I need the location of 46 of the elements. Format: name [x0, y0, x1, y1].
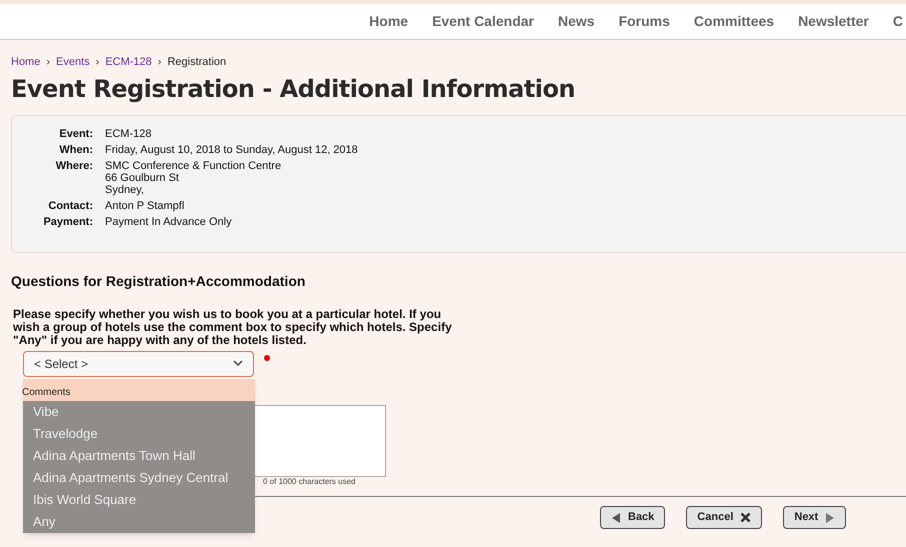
detail-label: Contact:: [47, 200, 93, 212]
nav-button[interactable]: Cancel: [686, 506, 762, 529]
breadcrumb-separator: ›: [96, 55, 100, 70]
nav-link[interactable]: Newsletter: [798, 11, 869, 32]
dropdown-option[interactable]: [23, 378, 255, 400]
nav-link[interactable]: News: [558, 11, 595, 32]
nav-link[interactable]: Forums: [618, 11, 670, 32]
detail-value: Friday, August 10, 2018 to Sunday, August 12, 2018: [105, 144, 359, 156]
hotel-select[interactable]: < Select >: [23, 350, 254, 376]
dropdown-option[interactable]: Travelodge: [23, 422, 255, 444]
detail-label: When:: [58, 144, 93, 156]
detail-value: Anton P Stampfl: [105, 200, 186, 212]
breadcrumb-link[interactable]: ECM-128: [105, 54, 152, 70]
breadcrumb-current: Registration: [167, 55, 226, 70]
page-title: Event Registration - Additional Information: [11, 74, 576, 104]
detail-value: ECM-128: [105, 128, 152, 140]
detail-value: Sydney,: [105, 184, 145, 196]
detail-value: SMC Conference & Function Centre: [105, 160, 282, 172]
comments-label: Comments: [22, 386, 70, 400]
character-counter: 0 of 1000 characters used: [263, 476, 357, 486]
dropdown-option[interactable]: Adina Apartments Town Hall: [23, 444, 255, 466]
breadcrumb-link[interactable]: Home: [11, 54, 40, 70]
detail-label: Where:: [54, 160, 93, 174]
nav-link[interactable]: Event Calendar: [432, 11, 534, 32]
dropdown-option[interactable]: Ibis World Square: [23, 488, 255, 510]
dropdown-option[interactable]: Adina Apartments Sydney Central: [23, 466, 255, 488]
detail-label: Event:: [58, 128, 93, 140]
breadcrumb-separator: ›: [158, 55, 162, 70]
detail-value: 66 Goulburn St: [105, 172, 180, 184]
nav-link[interactable]: C: [892, 11, 903, 32]
detail-value: Payment In Advance Only: [105, 216, 233, 228]
nav-link[interactable]: Committees: [694, 11, 774, 32]
dropdown-option[interactable]: Vibe: [23, 400, 255, 422]
left-triangle-icon: [611, 512, 621, 524]
breadcrumb-link[interactable]: Events: [56, 54, 90, 70]
section-title: Questions for Registration+Accommodation: [11, 272, 306, 291]
nav-link[interactable]: Home: [369, 11, 408, 32]
question-text: Please specify whether you wish us to book you at a particular hotel. If you wish a group of hotels use the comment box to specify which hotels. Specify "Any" if you are happy with any of the hotels listed.: [13, 308, 453, 346]
nav-button[interactable]: Next: [783, 506, 846, 529]
right-triangle-icon: [825, 512, 836, 524]
nav-button[interactable]: Back: [600, 506, 666, 529]
detail-label: Payment:: [42, 216, 93, 228]
breadcrumb-separator: ›: [46, 55, 50, 70]
close-icon: [740, 512, 752, 523]
chevron-down-icon: [233, 360, 243, 367]
dropdown-option[interactable]: Any: [23, 510, 255, 532]
